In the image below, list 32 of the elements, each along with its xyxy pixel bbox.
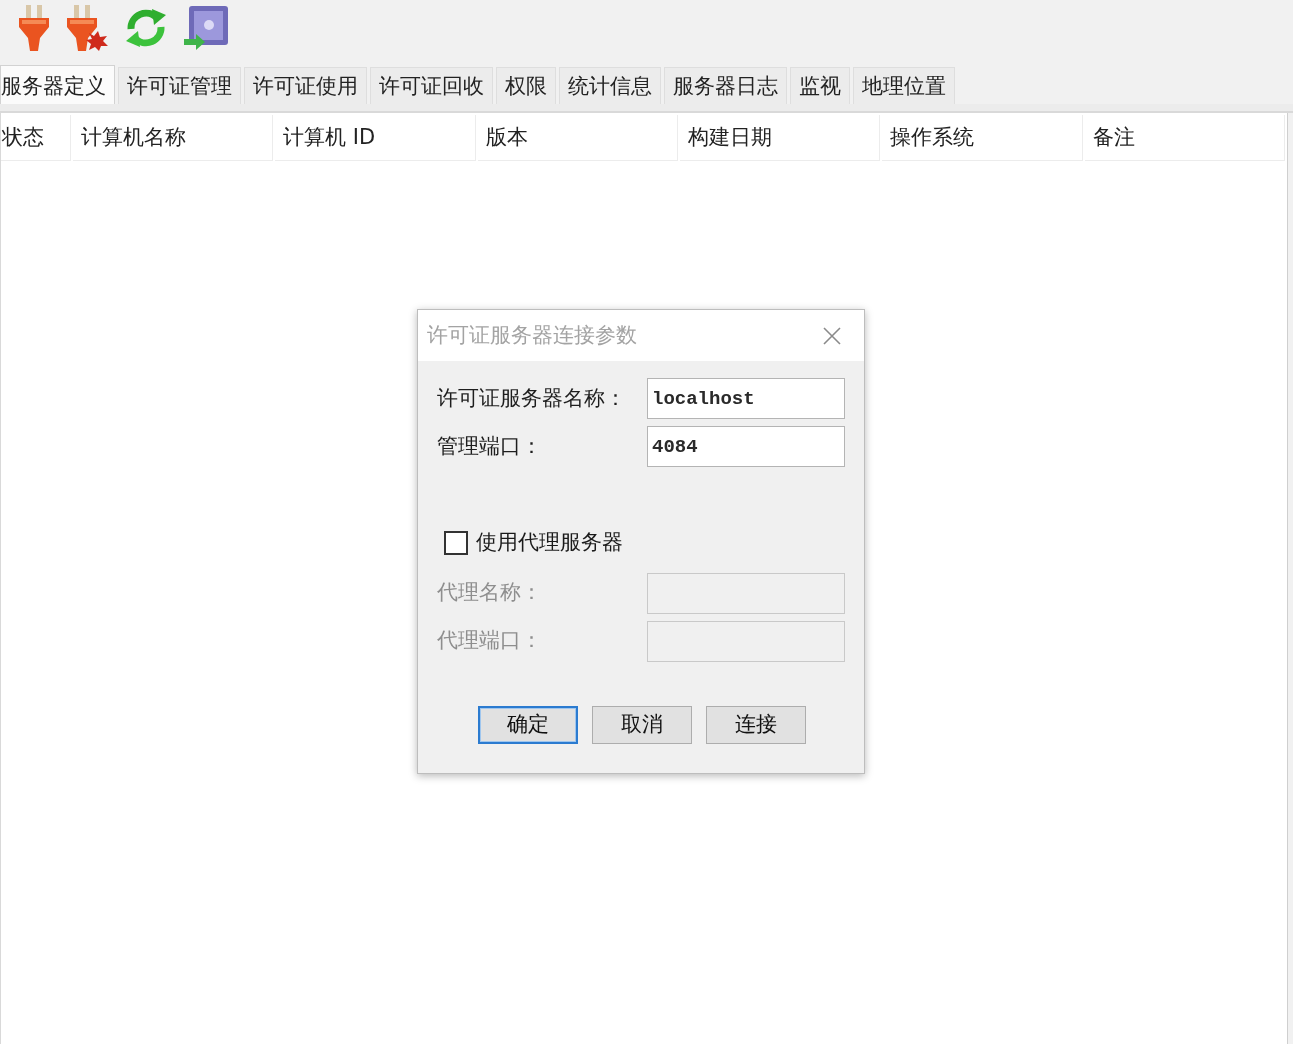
tab[interactable]: 监视 <box>790 67 850 104</box>
box-arrow-icon[interactable] <box>183 5 229 51</box>
tab[interactable]: 权限 <box>496 67 556 104</box>
column-header[interactable]: 版本 <box>477 115 678 161</box>
checkbox[interactable] <box>444 530 468 555</box>
field-label: 代理端口： <box>437 627 543 655</box>
tab[interactable]: 许可证管理 <box>118 67 241 104</box>
field-label: 代理名称： <box>437 579 543 607</box>
tab[interactable]: 服务器定义 <box>0 65 115 104</box>
plug-icon[interactable] <box>17 5 51 51</box>
column-header[interactable]: 备注 <box>1084 115 1286 161</box>
field-label: 许可证服务器名称： <box>437 384 627 412</box>
field-label: 管理端口： <box>437 432 543 460</box>
column-header[interactable]: 构建日期 <box>679 115 881 161</box>
tab[interactable]: 许可证回收 <box>370 67 493 104</box>
dialog-title: 许可证服务器连接参数 <box>427 321 637 349</box>
plug-burst-icon[interactable] <box>65 5 109 51</box>
tab[interactable]: 统计信息 <box>559 67 661 104</box>
checkbox-label[interactable]: 使用代理服务器 <box>476 527 623 559</box>
input-field[interactable]: 4084 <box>647 426 845 467</box>
tab[interactable]: 地理位置 <box>853 67 955 104</box>
column-header[interactable]: 操作系统 <box>882 115 1083 161</box>
dialog-button[interactable]: 连接 <box>706 705 806 744</box>
tab[interactable]: 许可证使用 <box>244 67 367 104</box>
dialog-button[interactable]: 确定 <box>478 705 578 744</box>
dialog-button[interactable]: 取消 <box>592 705 692 744</box>
column-header[interactable]: 计算机 ID <box>275 115 476 161</box>
column-header[interactable]: 状态 <box>1 115 71 161</box>
input-field[interactable]: localhost <box>647 378 845 419</box>
tab[interactable]: 服务器日志 <box>664 67 787 104</box>
close-icon[interactable] <box>822 325 842 346</box>
column-header[interactable]: 计算机名称 <box>72 115 274 161</box>
